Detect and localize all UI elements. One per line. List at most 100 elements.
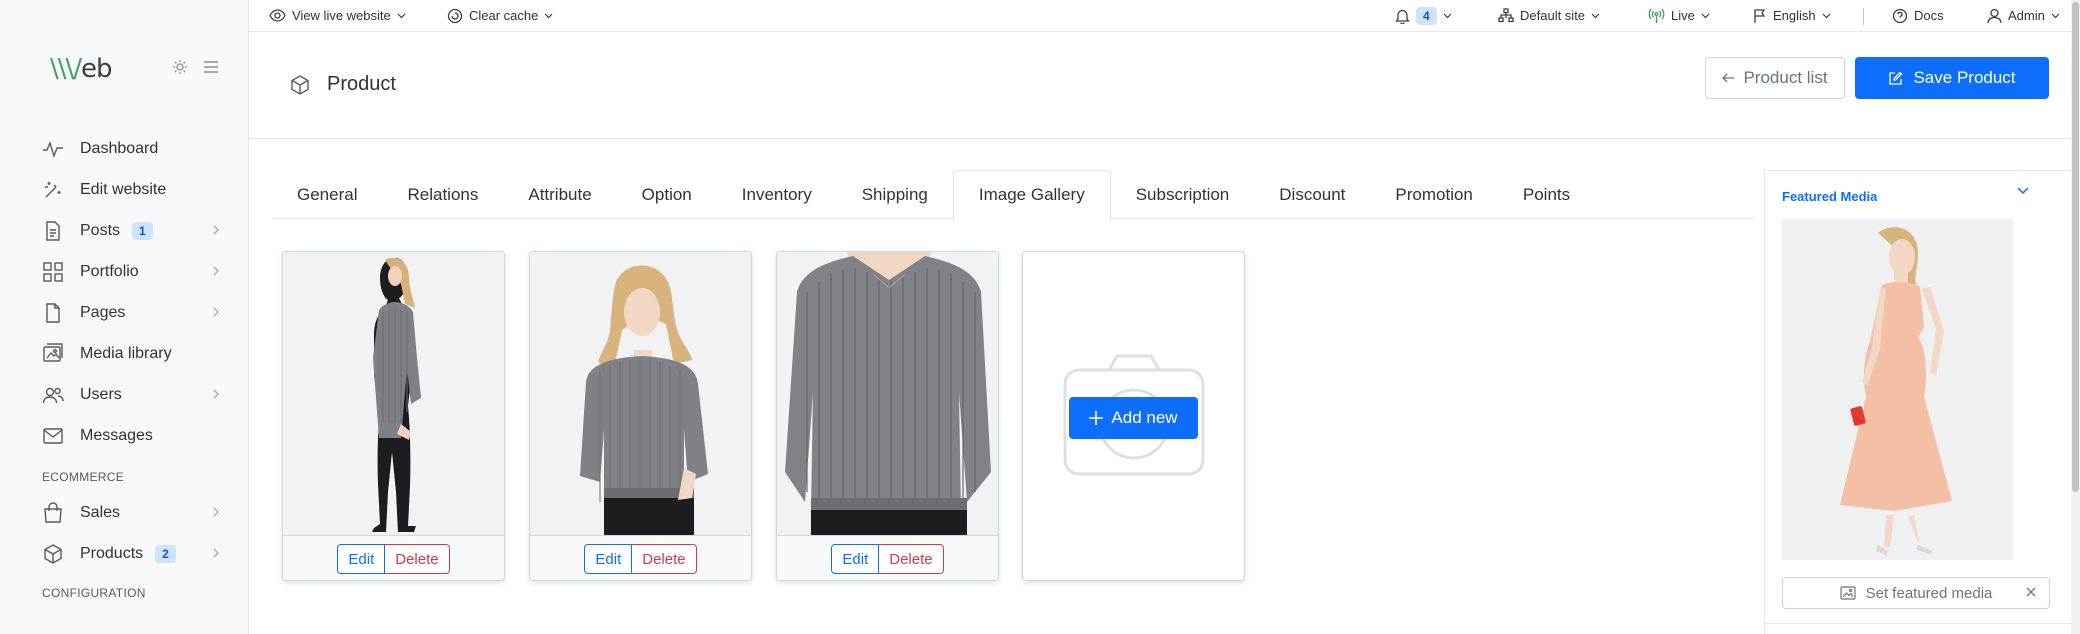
section-ecommerce: ECOMMERCE: [42, 470, 125, 484]
featured-media-image[interactable]: [1782, 219, 2013, 560]
page-header: Product Product list Save Product: [249, 33, 2080, 139]
close-icon[interactable]: [2025, 586, 2037, 598]
edit-image-button[interactable]: Edit: [584, 544, 633, 574]
clear-cache-dropdown[interactable]: Clear cache: [447, 0, 553, 31]
site-selector-dropdown[interactable]: Default site: [1498, 0, 1600, 31]
gallery-item: Edit Delete: [282, 251, 505, 581]
tab-promotion[interactable]: Promotion: [1370, 170, 1497, 219]
refresh-icon: [447, 8, 463, 24]
add-image-card[interactable]: Add new: [1022, 251, 1245, 581]
users-icon: [42, 384, 64, 406]
flag-icon: [1753, 8, 1767, 24]
broadcast-icon: [1648, 8, 1665, 24]
sitemap-icon: [1498, 8, 1514, 23]
sidebar-item-label: Messages: [80, 426, 153, 444]
featured-media-panel: Featured Media Set featured media: [1764, 170, 2072, 634]
tab-discount[interactable]: Discount: [1254, 170, 1370, 219]
bell-icon: [1395, 8, 1410, 24]
tab-option[interactable]: Option: [617, 170, 717, 219]
sidebar-item-products[interactable]: Products 2: [0, 533, 248, 574]
tab-shipping[interactable]: Shipping: [837, 170, 953, 219]
notifications-dropdown[interactable]: 4: [1395, 0, 1452, 31]
sidebar-collapse-icon[interactable]: [202, 59, 220, 75]
sidebar-item-label: Pages: [80, 303, 126, 321]
sidebar-item-label: Posts: [80, 221, 121, 239]
edit-image-button[interactable]: Edit: [337, 544, 386, 574]
add-new-image-button[interactable]: Add new: [1069, 397, 1198, 439]
tab-relations[interactable]: Relations: [382, 170, 503, 219]
status-label: Live: [1671, 8, 1695, 23]
section-configuration: CONFIGURATION: [42, 586, 146, 600]
edit-image-button[interactable]: Edit: [831, 544, 880, 574]
tab-general[interactable]: General: [272, 170, 382, 219]
view-live-website-dropdown[interactable]: View live website: [269, 0, 406, 31]
page-scrollbar[interactable]: [2071, 0, 2080, 634]
gallery-item-actions: Edit Delete: [530, 535, 751, 580]
sidebar-item-label: Portfolio: [80, 262, 139, 280]
sidebar-item-users[interactable]: Users: [0, 374, 248, 415]
delete-image-button[interactable]: Delete: [632, 544, 697, 574]
gallery-image[interactable]: [283, 252, 504, 535]
tab-subscription[interactable]: Subscription: [1111, 170, 1255, 219]
plus-icon: [1089, 411, 1104, 425]
chevron-down-icon: [544, 13, 553, 19]
sidebar-item-edit-website[interactable]: Edit website: [0, 169, 248, 210]
clear-cache-label: Clear cache: [469, 8, 539, 23]
tab-points[interactable]: Points: [1498, 170, 1595, 219]
chevron-down-icon: [1822, 13, 1831, 19]
theme-toggle-icon[interactable]: [172, 59, 188, 75]
chevron-down-icon: [1701, 13, 1710, 19]
box-icon: [289, 74, 311, 96]
save-product-button[interactable]: Save Product: [1855, 57, 2049, 99]
set-featured-label: Set featured media: [1865, 584, 1993, 602]
docs-label: Docs: [1914, 8, 1944, 23]
sidebar-item-messages[interactable]: Messages: [0, 415, 248, 456]
sidebar-item-sales[interactable]: Sales: [0, 492, 248, 533]
chevron-right-icon: [212, 306, 220, 318]
product-tabs: General Relations Attribute Option Inven…: [272, 170, 1754, 220]
chevron-right-icon: [212, 547, 220, 559]
status-dropdown[interactable]: Live: [1648, 0, 1710, 31]
chevron-down-icon: [1591, 13, 1600, 19]
product-list-button[interactable]: Product list: [1705, 57, 1845, 99]
gallery-item-actions: Edit Delete: [777, 535, 998, 580]
shopping-bag-icon: [42, 501, 64, 524]
sidebar-item-pages[interactable]: Pages: [0, 292, 248, 333]
document-icon: [42, 220, 64, 242]
user-menu-dropdown[interactable]: Admin: [1987, 0, 2060, 31]
tab-inventory[interactable]: Inventory: [717, 170, 837, 219]
images-icon: [42, 342, 64, 365]
grid-icon: [42, 261, 64, 283]
delete-image-button[interactable]: Delete: [385, 544, 450, 574]
gallery-image[interactable]: [777, 252, 998, 535]
set-featured-media-button[interactable]: Set featured media: [1782, 577, 2050, 609]
tab-image-gallery[interactable]: Image Gallery: [952, 170, 1111, 220]
box-icon: [42, 543, 64, 565]
gallery-image[interactable]: [530, 252, 751, 535]
sidebar: \\\/eb Dashboard Edit website Posts 1 Po…: [0, 0, 249, 634]
scrollbar-thumb[interactable]: [2072, 2, 2079, 492]
logo[interactable]: \\\/eb: [50, 54, 113, 84]
sidebar-item-label: Products: [80, 544, 144, 562]
user-label: Admin: [2008, 8, 2045, 23]
sidebar-item-label: Edit website: [80, 180, 167, 198]
language-dropdown[interactable]: English: [1753, 0, 1831, 31]
sidebar-item-posts[interactable]: Posts 1: [0, 210, 248, 251]
sidebar-item-label: Dashboard: [80, 139, 159, 157]
sidebar-item-label: Media library: [80, 344, 172, 362]
arrow-left-icon: [1722, 73, 1735, 83]
delete-image-button[interactable]: Delete: [879, 544, 944, 574]
chevron-down-icon: [2051, 13, 2060, 19]
docs-link[interactable]: Docs: [1892, 0, 1944, 31]
eye-icon: [269, 9, 286, 22]
chevron-right-icon: [212, 224, 220, 236]
tab-attribute[interactable]: Attribute: [503, 170, 616, 219]
sidebar-item-dashboard[interactable]: Dashboard: [0, 128, 248, 169]
panel-divider: [1765, 623, 2072, 624]
add-new-label: Add new: [1111, 408, 1178, 427]
sidebar-item-media-library[interactable]: Media library: [0, 333, 248, 374]
sidebar-item-portfolio[interactable]: Portfolio: [0, 251, 248, 292]
sidebar-item-label: Users: [80, 385, 122, 403]
site-label: Default site: [1520, 8, 1586, 23]
chevron-down-icon[interactable]: [2017, 187, 2029, 195]
